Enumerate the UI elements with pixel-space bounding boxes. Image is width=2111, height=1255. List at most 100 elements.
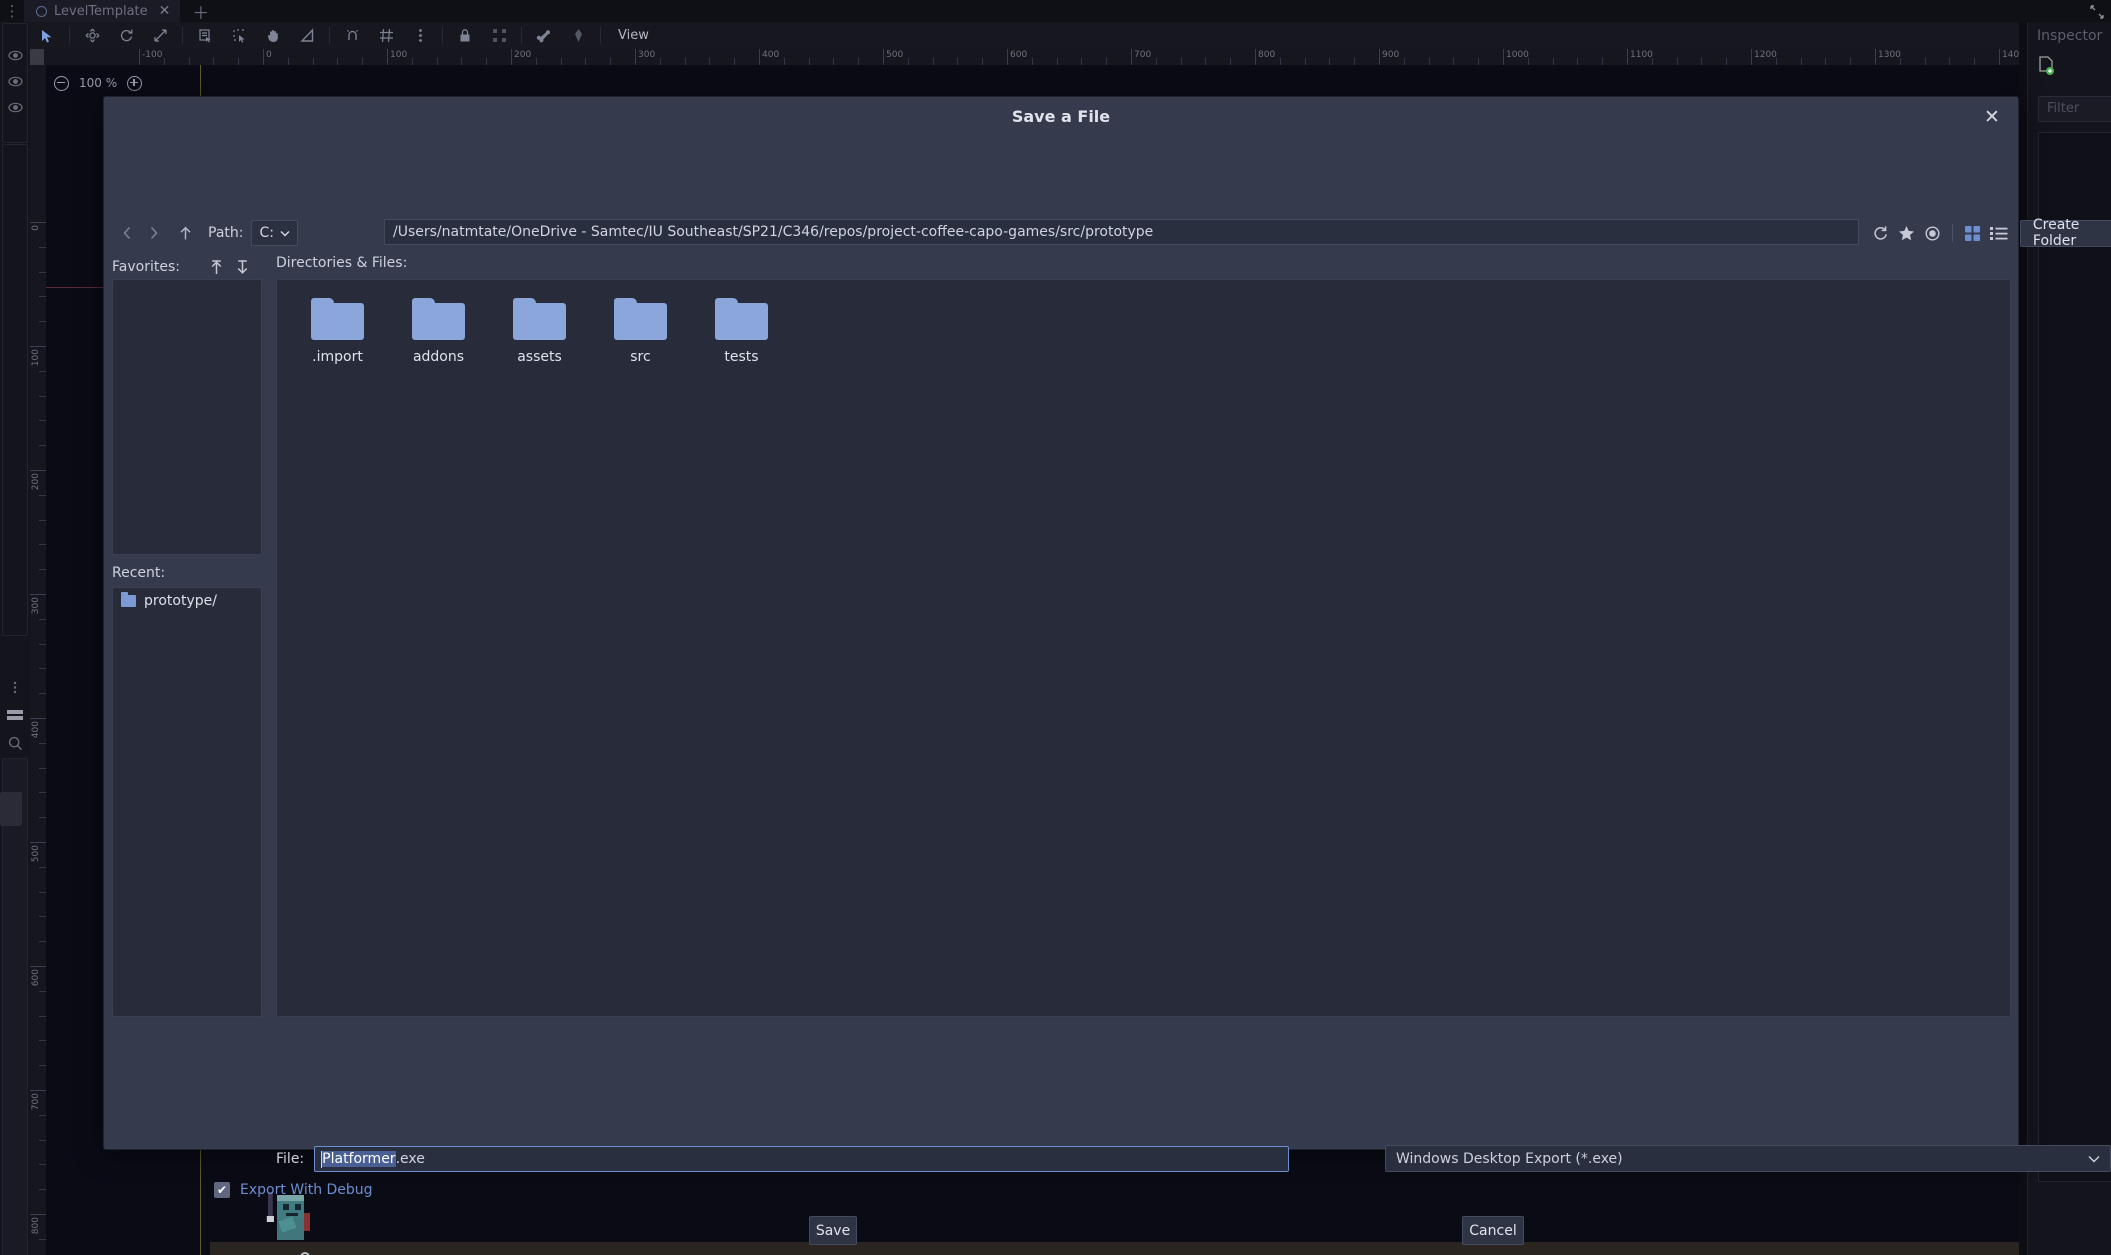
ruler-triangle-icon[interactable] [290, 22, 324, 49]
ruler-tick [39, 941, 46, 942]
eye-icon[interactable] [1919, 220, 1945, 247]
file-type-select[interactable]: Windows Desktop Export (*.exe) [1385, 1145, 2111, 1172]
ruler-tick [1230, 58, 1231, 65]
recent-list[interactable]: prototype/ [112, 587, 262, 1017]
list-cursor-icon[interactable] [188, 22, 222, 49]
path-input[interactable]: /Users/natmtate/OneDrive - Samtec/IU Sou… [384, 219, 1859, 245]
scene-tab-leveltemplate[interactable]: LevelTemplate ✕ [24, 0, 180, 22]
ruler-tick [858, 58, 859, 65]
export-with-debug-checkbox[interactable]: ✔ [214, 1182, 230, 1198]
close-icon[interactable]: ✕ [1980, 105, 2004, 129]
bone-icon[interactable] [527, 22, 561, 49]
select-points-icon[interactable] [222, 22, 256, 49]
ruler-tick [1453, 58, 1454, 65]
inspector-filter-input[interactable]: Filter [2038, 96, 2111, 122]
new-document-icon[interactable] [2038, 56, 2111, 80]
path-tools: Create Folder [1867, 219, 2111, 247]
create-folder-button[interactable]: Create Folder [2020, 220, 2111, 247]
file-name-row: File: Platformer .exe [276, 1145, 1289, 1173]
list-view-icon[interactable] [1986, 220, 2012, 247]
ruler-tick [1081, 58, 1082, 65]
list-item[interactable]: prototype/ [113, 588, 261, 614]
ruler-tick [30, 1090, 46, 1091]
file-item[interactable]: addons [388, 292, 489, 380]
zoom-in-icon[interactable] [127, 76, 142, 91]
grid-view-icon[interactable] [1960, 220, 1986, 247]
file-item[interactable]: .import [287, 292, 388, 380]
search-icon[interactable] [0, 730, 30, 756]
ruler-tick [30, 966, 46, 967]
grid-snap-icon[interactable] [369, 22, 403, 49]
arrow-up-icon[interactable] [172, 220, 198, 246]
ruler-label: 300 [31, 597, 41, 614]
file-item-label: .import [312, 349, 363, 365]
export-with-debug-row[interactable]: ✔ Export With Debug [214, 1182, 373, 1198]
arrow-up-icon[interactable] [204, 256, 230, 278]
ruler-label: 300 [635, 50, 655, 60]
save-button[interactable]: Save [809, 1216, 857, 1245]
ruler-tick [39, 569, 46, 570]
eye-icon[interactable] [0, 94, 30, 120]
eye-icon[interactable] [0, 68, 30, 94]
ruler-tick [39, 1140, 46, 1141]
dock-splitter[interactable] [2019, 22, 2027, 1255]
ruler-tick [39, 792, 46, 793]
hand-icon[interactable] [256, 22, 290, 49]
ruler-tick [164, 58, 165, 65]
chevron-left-icon[interactable] [114, 220, 140, 246]
canvas-toolbar: View [30, 22, 2111, 49]
ruler-label: 0 [31, 225, 41, 231]
ruler-tick [1577, 58, 1578, 65]
chevron-right-icon[interactable] [140, 220, 166, 246]
rail-panel-handle[interactable] [0, 792, 22, 826]
ruler-tick [561, 58, 562, 65]
ruler-tick [213, 58, 214, 65]
vertical-dots-icon[interactable] [0, 674, 30, 700]
drive-select[interactable]: C: [251, 220, 298, 246]
ruler-label: 600 [1007, 50, 1027, 60]
ruler-tick [1429, 58, 1430, 65]
ruler-tick [39, 1016, 46, 1017]
cursor-arrow-icon[interactable] [30, 22, 64, 49]
eye-icon[interactable] [0, 42, 30, 68]
skeleton-icon[interactable] [561, 22, 595, 49]
file-item-label: addons [413, 349, 464, 365]
view-menu-button[interactable]: View [606, 28, 661, 43]
refresh-icon[interactable] [1867, 220, 1893, 247]
lock-icon[interactable] [448, 22, 482, 49]
folder-icon [513, 298, 566, 340]
cancel-button[interactable]: Cancel [1462, 1216, 1524, 1245]
folder-icon [121, 595, 136, 607]
scale-diagonal-icon[interactable] [143, 22, 177, 49]
plus-icon[interactable]: ＋ [180, 0, 221, 24]
inspector-properties-list[interactable] [2038, 132, 2111, 1182]
favorites-list[interactable] [112, 279, 262, 555]
ruler-label: 800 [1255, 50, 1275, 60]
ruler-label: 1300 [1875, 50, 1901, 60]
rotate-icon[interactable] [109, 22, 143, 49]
star-icon[interactable] [1893, 220, 1919, 247]
group-icon[interactable] [482, 22, 516, 49]
file-browser-pane[interactable]: .import addons assetssrctests [276, 279, 2011, 1017]
ruler-tick [734, 58, 735, 65]
layers-icon[interactable] [0, 702, 30, 728]
magnet-snap-icon[interactable] [335, 22, 369, 49]
arrow-down-icon[interactable] [230, 256, 256, 278]
ruler-corner[interactable] [30, 49, 44, 65]
zoom-out-icon[interactable] [54, 76, 69, 91]
file-item[interactable]: assets [489, 292, 590, 380]
ruler-label: 1200 [1751, 50, 1777, 60]
ruler-tick [1156, 58, 1157, 65]
file-name-input[interactable]: Platformer .exe [314, 1146, 1289, 1172]
screen: ⋮ LevelTemplate ✕ ＋ [0, 0, 2111, 1255]
ruler-tick [1974, 58, 1975, 65]
expand-arrows-icon[interactable] [2089, 4, 2105, 24]
ruler-tick [39, 768, 46, 769]
vertical-dots-icon[interactable] [403, 22, 437, 49]
move-arrows-icon[interactable] [75, 22, 109, 49]
file-item[interactable]: tests [691, 292, 792, 380]
tab-menu-icon[interactable]: ⋮ [0, 4, 24, 19]
save-file-dialog: Save a File ✕ Path: C: /Users/natmtate/O… [103, 96, 2019, 1150]
close-icon[interactable]: ✕ [159, 3, 171, 19]
file-item[interactable]: src [590, 292, 691, 380]
